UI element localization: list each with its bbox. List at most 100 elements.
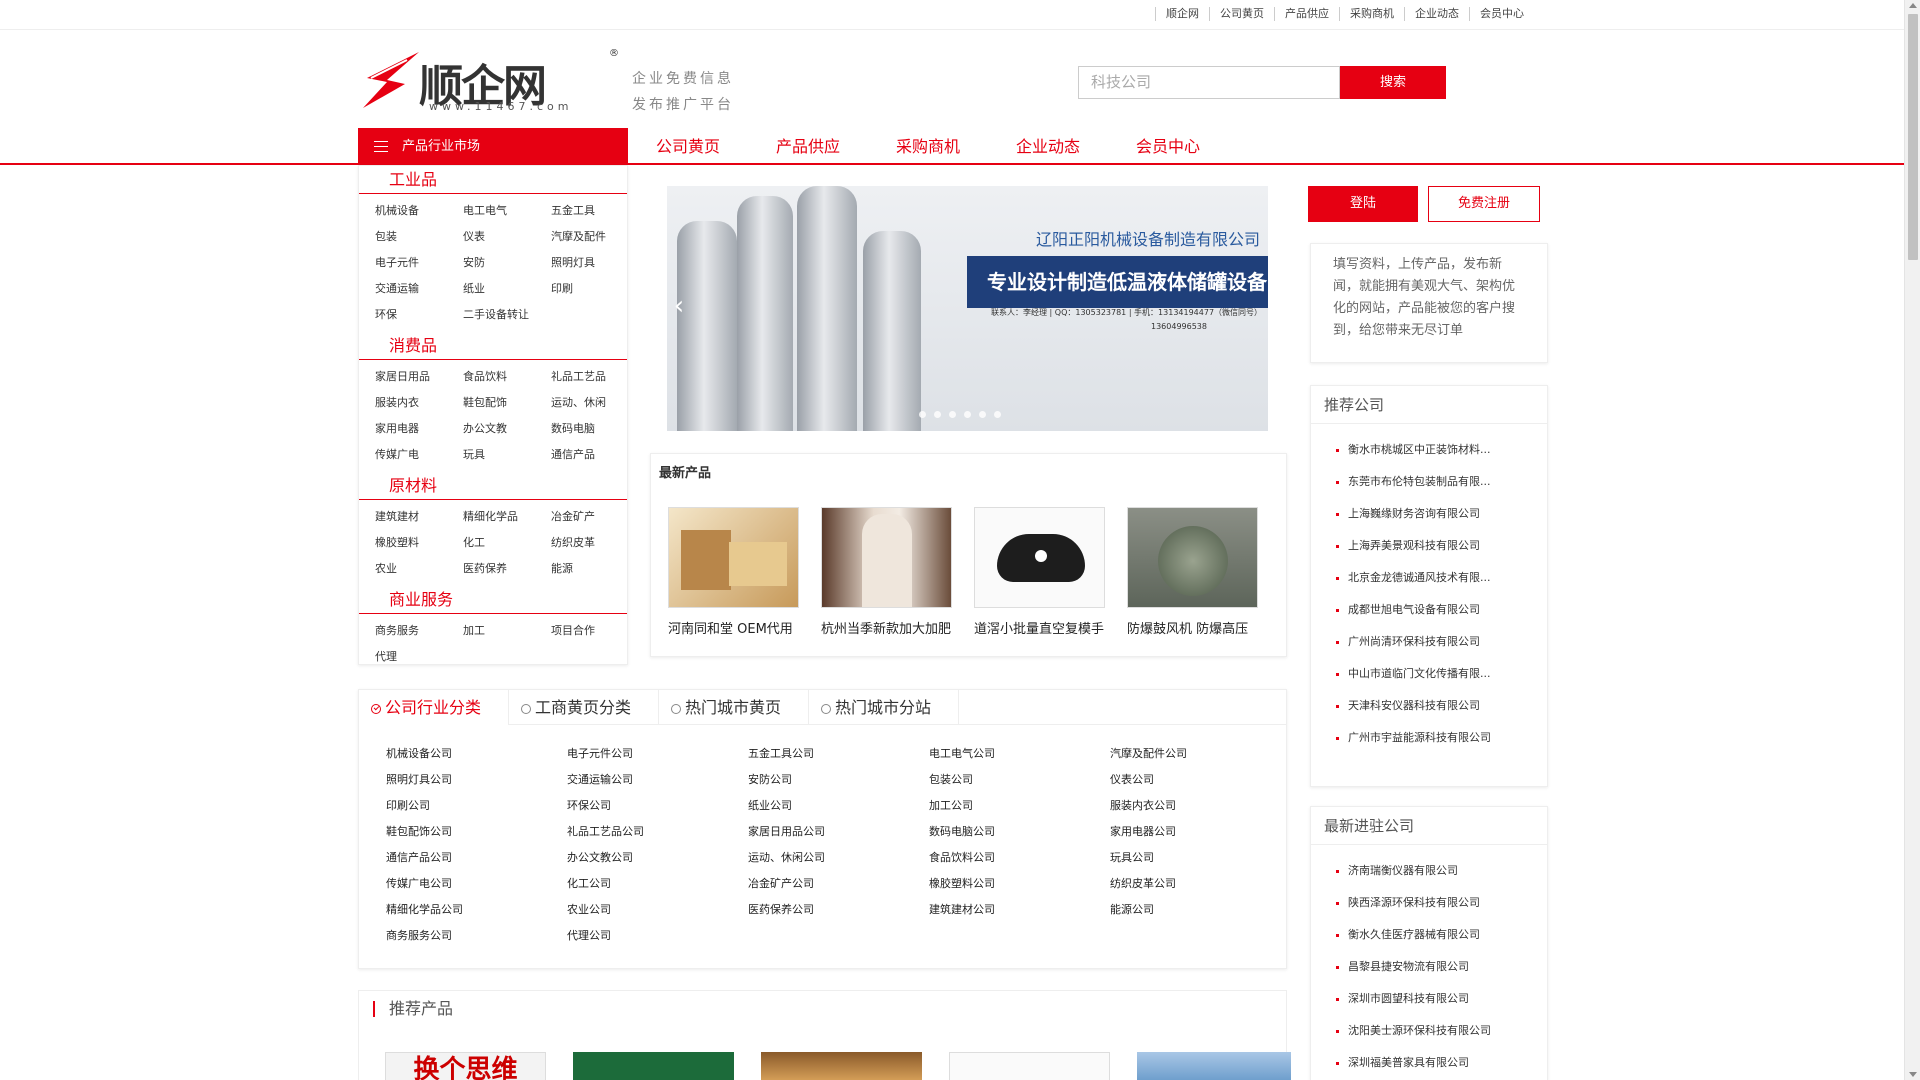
- category-link[interactable]: 二手设备转让: [463, 302, 551, 328]
- category-link[interactable]: 礼品工艺品: [551, 364, 639, 390]
- scroll-down-arrow-icon[interactable]: [1909, 1072, 1917, 1077]
- category-link[interactable]: 纸业: [463, 276, 551, 302]
- category-link[interactable]: 汽摩及配件: [551, 224, 639, 250]
- company-link[interactable]: 上海弄美景观科技有限公司: [1336, 530, 1536, 562]
- category-link[interactable]: 化工: [463, 530, 551, 556]
- company-category-link[interactable]: 仪表公司: [1110, 767, 1291, 793]
- company-category-link[interactable]: 纸业公司: [748, 793, 929, 819]
- company-category-link[interactable]: 加工公司: [929, 793, 1110, 819]
- company-category-link[interactable]: 家用电器公司: [1110, 819, 1291, 845]
- company-category-link[interactable]: 服装内衣公司: [1110, 793, 1291, 819]
- product-card[interactable]: 防爆鼓风机 防爆高压: [1127, 507, 1258, 637]
- scroll-up-arrow-icon[interactable]: [1909, 3, 1917, 8]
- banner-dot[interactable]: [979, 411, 986, 418]
- company-category-link[interactable]: 传媒广电公司: [386, 871, 567, 897]
- company-category-link[interactable]: 环保公司: [567, 793, 748, 819]
- product-thumb[interactable]: [949, 1052, 1110, 1080]
- tab-industry[interactable]: 公司行业分类: [359, 690, 509, 725]
- category-link[interactable]: 代理: [375, 644, 463, 670]
- category-link[interactable]: 仪表: [463, 224, 551, 250]
- category-link[interactable]: 包装: [375, 224, 463, 250]
- banner-dot[interactable]: [919, 411, 926, 418]
- company-link[interactable]: 昌黎县捷安物流有限公司: [1336, 951, 1536, 983]
- category-link[interactable]: 环保: [375, 302, 463, 328]
- top-link-news[interactable]: 企业动态: [1404, 7, 1469, 21]
- category-link[interactable]: 家用电器: [375, 416, 463, 442]
- category-link[interactable]: 加工: [463, 618, 551, 644]
- tab-business-yellowpages[interactable]: 工商黄页分类: [509, 690, 659, 725]
- company-category-link[interactable]: 纺织皮革公司: [1110, 871, 1291, 897]
- category-link[interactable]: 机械设备: [375, 198, 463, 224]
- category-link[interactable]: 服装内衣: [375, 390, 463, 416]
- product-thumb[interactable]: [1137, 1052, 1291, 1080]
- company-category-link[interactable]: 汽摩及配件公司: [1110, 741, 1291, 767]
- category-link[interactable]: 玩具: [463, 442, 551, 468]
- category-group-title[interactable]: 原材料: [359, 472, 627, 500]
- banner-dot[interactable]: [994, 411, 1001, 418]
- company-category-link[interactable]: 橡胶塑料公司: [929, 871, 1110, 897]
- company-link[interactable]: 广州市宇益能源科技有限公司: [1336, 722, 1536, 754]
- banner-carousel[interactable]: ‹ 辽阳正阳机械设备制造有限公司 专业设计制造低温液体储罐设备 联系人：李经理 …: [667, 186, 1268, 431]
- category-link[interactable]: 数码电脑: [551, 416, 639, 442]
- company-category-link[interactable]: 交通运输公司: [567, 767, 748, 793]
- company-category-link[interactable]: 商务服务公司: [386, 923, 567, 949]
- product-name[interactable]: 道滘小批量直空复模手: [974, 618, 1105, 637]
- category-link[interactable]: 家居日用品: [375, 364, 463, 390]
- company-category-link[interactable]: 家居日用品公司: [748, 819, 929, 845]
- category-link[interactable]: 交通运输: [375, 276, 463, 302]
- product-name[interactable]: 杭州当季新款加大加肥: [821, 618, 952, 637]
- tab-city-sites[interactable]: 热门城市分站: [809, 690, 959, 725]
- company-category-link[interactable]: 能源公司: [1110, 897, 1291, 923]
- register-button[interactable]: 免费注册: [1428, 186, 1540, 222]
- product-thumb[interactable]: [1127, 507, 1258, 608]
- company-category-link[interactable]: 玩具公司: [1110, 845, 1291, 871]
- category-link[interactable]: 农业: [375, 556, 463, 582]
- category-link[interactable]: 通信产品: [551, 442, 639, 468]
- category-link[interactable]: 鞋包配饰: [463, 390, 551, 416]
- company-category-link[interactable]: 照明灯具公司: [386, 767, 567, 793]
- company-link[interactable]: 中山市道临门文化传播有限...: [1336, 658, 1536, 690]
- company-category-link[interactable]: 电工电气公司: [929, 741, 1110, 767]
- category-link[interactable]: 传媒广电: [375, 442, 463, 468]
- company-link[interactable]: 广州尚清环保科技有限公司: [1336, 626, 1536, 658]
- company-link[interactable]: 上海巍缘财务咨询有限公司: [1336, 498, 1536, 530]
- company-category-link[interactable]: 通信产品公司: [386, 845, 567, 871]
- company-link[interactable]: 深圳福美普家具有限公司: [1336, 1047, 1536, 1079]
- company-category-link[interactable]: 机械设备公司: [386, 741, 567, 767]
- category-link[interactable]: 医药保养: [463, 556, 551, 582]
- tab-hot-cities[interactable]: 热门城市黄页: [659, 690, 809, 725]
- company-link[interactable]: 陕西泽源环保科技有限公司: [1336, 887, 1536, 919]
- product-name[interactable]: 防爆鼓风机 防爆高压: [1127, 618, 1258, 637]
- company-category-link[interactable]: 电子元件公司: [567, 741, 748, 767]
- company-link[interactable]: 济南瑞衡仪器有限公司: [1336, 855, 1536, 887]
- company-category-link[interactable]: 食品饮料公司: [929, 845, 1110, 871]
- company-link[interactable]: 沈阳美士源环保科技有限公司: [1336, 1015, 1536, 1047]
- top-link-home[interactable]: 顺企网: [1155, 7, 1209, 21]
- company-link[interactable]: 衡水久佳医疗器械有限公司: [1336, 919, 1536, 951]
- company-category-link[interactable]: 礼品工艺品公司: [567, 819, 748, 845]
- company-category-link[interactable]: 安防公司: [748, 767, 929, 793]
- category-link[interactable]: 精细化学品: [463, 504, 551, 530]
- product-thumb[interactable]: [668, 507, 799, 608]
- company-category-link[interactable]: 建筑建材公司: [929, 897, 1110, 923]
- product-thumb[interactable]: 换个思维: [385, 1052, 546, 1080]
- company-category-link[interactable]: 代理公司: [567, 923, 748, 949]
- vertical-scrollbar[interactable]: [1904, 0, 1920, 1080]
- category-link[interactable]: 项目合作: [551, 618, 639, 644]
- category-link[interactable]: 五金工具: [551, 198, 639, 224]
- company-category-link[interactable]: 包装公司: [929, 767, 1110, 793]
- banner-prev-arrow-icon[interactable]: ‹: [667, 286, 691, 326]
- category-group-title[interactable]: 商业服务: [359, 586, 627, 614]
- category-link[interactable]: 建筑建材: [375, 504, 463, 530]
- company-category-link[interactable]: 农业公司: [567, 897, 748, 923]
- search-input[interactable]: 科技公司: [1078, 66, 1340, 99]
- nav-item-yellowpages[interactable]: 公司黄页: [628, 128, 748, 165]
- product-thumb[interactable]: [821, 507, 952, 608]
- category-link[interactable]: 食品饮料: [463, 364, 551, 390]
- nav-item-news[interactable]: 企业动态: [988, 128, 1108, 165]
- product-thumb[interactable]: [974, 507, 1105, 608]
- category-link[interactable]: 运动、休闲: [551, 390, 639, 416]
- company-category-link[interactable]: 鞋包配饰公司: [386, 819, 567, 845]
- banner-dot[interactable]: [949, 411, 956, 418]
- top-link-member[interactable]: 会员中心: [1469, 7, 1534, 21]
